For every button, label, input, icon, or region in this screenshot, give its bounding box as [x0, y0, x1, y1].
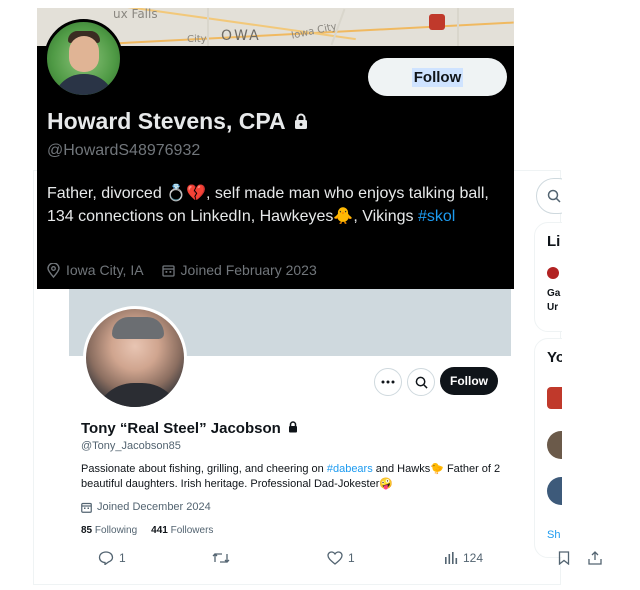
show-more-link[interactable]: Sh	[547, 529, 560, 541]
like-button[interactable]: 1	[327, 551, 355, 565]
display-name: Howard Stevens, CPA	[47, 108, 286, 134]
repost-icon	[212, 553, 230, 563]
search-icon	[547, 189, 561, 203]
chick-emoji: 🐥	[333, 208, 354, 225]
follow-button-label: Follow	[411, 67, 464, 87]
suggestion-avatar[interactable]	[547, 477, 562, 505]
following-link[interactable]: 85 Following	[81, 525, 137, 536]
profile-name: Howard Stevens, CPA	[47, 108, 308, 135]
ring-broken-heart-emoji: 💍💔	[166, 185, 207, 202]
follow-stats: 85 Following 441 Followers	[81, 525, 213, 536]
joined-date: Joined December 2024	[81, 501, 211, 513]
highway-shield-icon	[429, 14, 445, 30]
bio-text: Passionate about fishing, grilling, and …	[81, 463, 327, 475]
profile-card-tony: Follow Tony “Real Steel” Jacobson @Tony_…	[69, 288, 511, 550]
reply-count: 1	[119, 551, 126, 565]
suggestion-avatar[interactable]	[547, 431, 562, 459]
lock-icon	[288, 421, 297, 433]
profile-meta: Iowa City, IA Joined February 2023	[47, 262, 317, 278]
calendar-icon	[81, 502, 92, 513]
following-count: 85	[81, 525, 93, 536]
map-label: City	[187, 34, 207, 45]
share-icon	[588, 551, 602, 565]
more-options-button[interactable]	[374, 368, 402, 396]
trending-card: Li Ga Ur	[534, 222, 562, 332]
chick-emoji: 🐤	[430, 463, 444, 475]
avatar[interactable]	[83, 306, 187, 410]
views-icon	[445, 552, 458, 564]
trending-line-2[interactable]: Ur	[547, 301, 558, 314]
profile-handle: @Tony_Jacobson85	[81, 440, 181, 452]
bio-text: Father, divorced	[47, 185, 167, 202]
follow-button[interactable]: Follow	[440, 367, 498, 395]
suggestion-avatar[interactable]	[547, 387, 562, 409]
followers-count: 441	[151, 525, 168, 536]
trending-line-1[interactable]: Ga	[547, 287, 560, 300]
avatar[interactable]	[44, 19, 123, 98]
joined-text: Joined December 2024	[97, 501, 211, 513]
search-icon	[415, 376, 428, 389]
live-dot-icon	[547, 267, 559, 279]
bio-text: , Vikings	[353, 208, 418, 225]
hashtag-link[interactable]: #skol	[418, 208, 455, 225]
map-label: OWA	[221, 28, 261, 44]
joined-date: Joined February 2023	[161, 262, 317, 278]
location-text: Iowa City, IA	[66, 262, 144, 278]
display-name: Tony “Real Steel” Jacobson	[81, 420, 281, 437]
bookmark-button[interactable]	[558, 551, 570, 565]
bookmark-icon	[558, 551, 570, 565]
trending-card-title: Li	[547, 233, 561, 250]
more-icon	[381, 380, 395, 384]
map-label: ux Falls	[113, 8, 158, 21]
followers-link[interactable]: 441 Followers	[151, 525, 213, 536]
right-sidebar: Li Ga Ur Yo Sh	[530, 170, 562, 560]
share-button[interactable]	[588, 551, 602, 565]
repost-button[interactable]	[212, 551, 235, 565]
profile-bio: Passionate about fishing, grilling, and …	[81, 462, 501, 492]
location: Iowa City, IA	[47, 262, 144, 278]
views-button[interactable]: 124	[444, 551, 483, 565]
map-label: Iowa City	[290, 21, 338, 42]
like-count: 1	[348, 551, 355, 565]
hashtag-link[interactable]: #dabears	[327, 463, 373, 475]
lock-icon	[294, 113, 307, 129]
location-pin-icon	[47, 262, 60, 278]
following-label: Following	[94, 525, 138, 536]
calendar-icon	[161, 264, 175, 277]
reply-icon	[98, 551, 114, 565]
followers-label: Followers	[170, 525, 214, 536]
profile-bio: Father, divorced 💍💔, self made man who e…	[47, 182, 509, 228]
bio-text: and Hawks	[372, 463, 431, 475]
joined-text: Joined February 2023	[180, 262, 317, 278]
zany-face-emoji: 🤪	[379, 478, 394, 490]
tweet-action-bar: 1 1 124	[90, 550, 610, 572]
reply-button[interactable]: 1	[98, 551, 126, 565]
who-to-follow-title: Yo	[547, 349, 562, 366]
heart-icon	[327, 551, 343, 565]
search-box[interactable]	[536, 178, 562, 214]
follow-button[interactable]: Follow	[368, 58, 507, 96]
profile-handle: @HowardS48976932	[47, 142, 201, 159]
search-profile-button[interactable]	[407, 368, 435, 396]
view-count: 124	[463, 551, 484, 565]
who-to-follow-card: Yo Sh	[534, 338, 562, 558]
profile-card-howard: ux Falls City OWA Iowa City Follow Howar…	[37, 8, 514, 289]
profile-name: Tony “Real Steel” Jacobson	[81, 420, 298, 437]
